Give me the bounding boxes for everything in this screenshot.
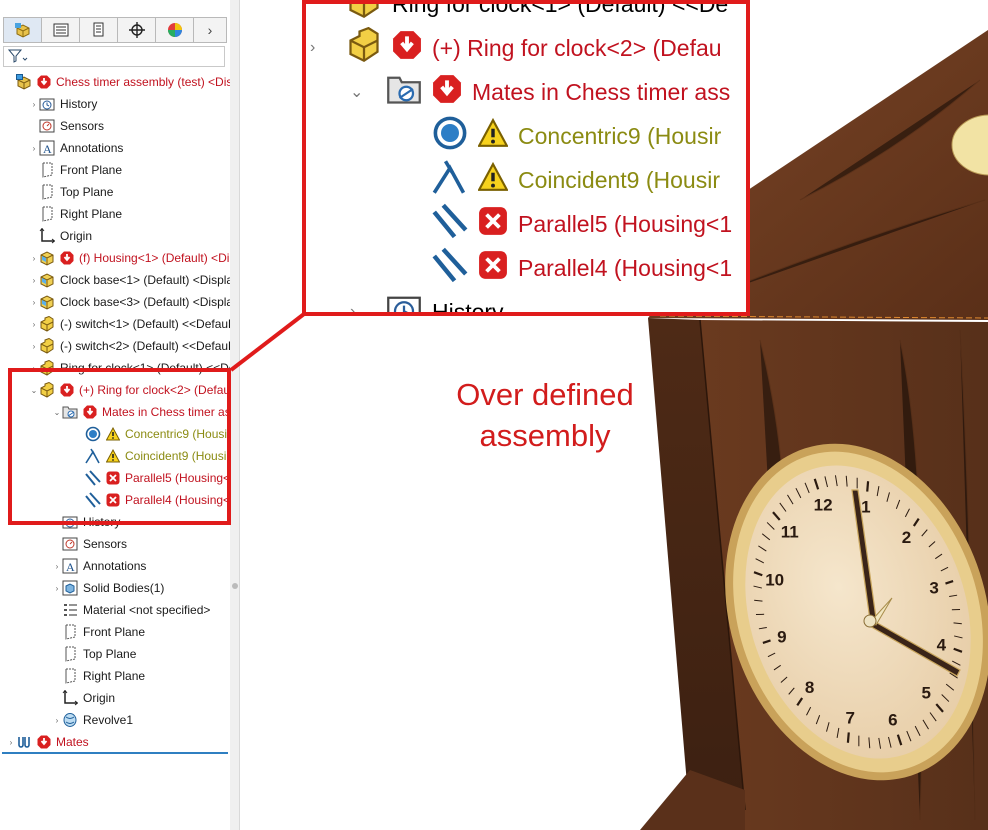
zoomed-tree-item: ⌄ Mates in Chess timer ass [350, 70, 731, 114]
zoomed-tree-label: Parallel5 (Housing<1 [518, 210, 733, 237]
failed-mate-icon [478, 206, 508, 242]
zoomed-tree-label: (+) Ring for clock<2> (Defau [432, 34, 722, 61]
zoomed-tree-item: › History [350, 290, 504, 316]
history-icon [386, 291, 422, 312]
expand-toggle: › [350, 303, 356, 316]
parallel-icon [432, 247, 468, 289]
zoomed-tree-label: Mates in Chess timer ass [472, 78, 731, 105]
zoomed-tree-label: Parallel4 (Housing<1 [518, 254, 733, 281]
zoomed-callout: Ring for clock<1> (Default) <<De › (+) Rin… [302, 0, 750, 316]
zoomed-tree-item: Coincident9 (Housir [432, 158, 720, 202]
concentric-icon [432, 115, 468, 157]
zoomed-tree-label: Concentric9 (Housir [518, 122, 722, 149]
zoomed-tree-label: Coincident9 (Housir [518, 166, 720, 193]
zoomed-tree-item: Parallel4 (Housing<1 [432, 246, 732, 290]
parallel-icon [432, 203, 468, 245]
zoomed-tree-label: History [432, 298, 504, 316]
part-yellow-icon [346, 26, 382, 69]
failed-mate-icon [478, 250, 508, 286]
warning-icon [477, 117, 509, 154]
error-icon [392, 30, 422, 66]
zoomed-tree-item: Ring for clock<1> (Default) <<De [346, 0, 729, 26]
zoomed-tree-item: Parallel5 (Housing<1 [432, 202, 732, 246]
error-icon [432, 74, 462, 110]
zoomed-tree-item: › (+) Ring for clock<2> (Defau [310, 26, 722, 70]
zoomed-tree-item: Concentric9 (Housir [432, 114, 721, 158]
zoomed-tree-label: Ring for clock<1> (Default) <<De [392, 0, 729, 17]
coincident-icon [432, 159, 468, 201]
warning-icon [477, 161, 509, 198]
mates-folder-icon [386, 71, 422, 113]
part-yellow-icon [346, 4, 382, 25]
expand-toggle: ⌄ [350, 84, 364, 101]
expand-toggle: › [310, 39, 316, 56]
highlight-box [8, 368, 231, 525]
